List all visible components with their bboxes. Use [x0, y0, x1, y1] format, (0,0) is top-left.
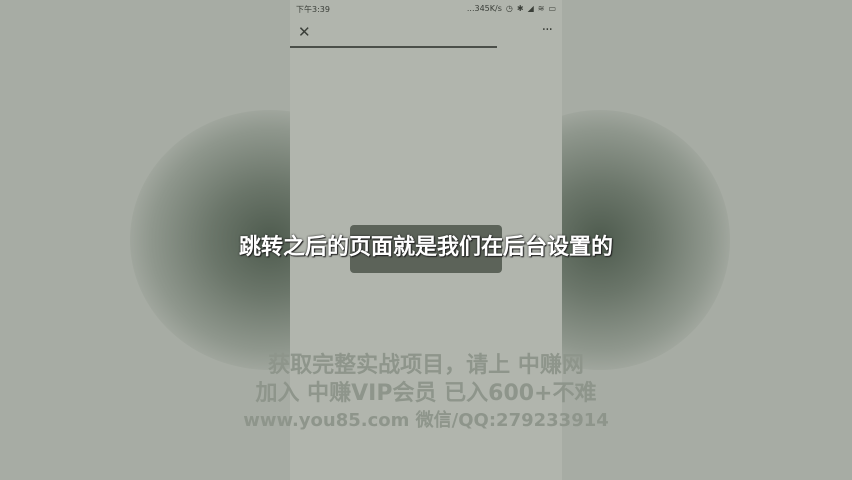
watermark-line-2: 加入 中赚VIP会员 已入600+不难 — [255, 381, 597, 406]
bluetooth-icon: ✱ — [516, 4, 524, 13]
page-load-progress — [290, 46, 562, 48]
alarm-icon: ◷ — [505, 4, 513, 13]
webview-nav-bar: ✕ ··· — [290, 20, 562, 46]
more-options-button[interactable]: ··· — [542, 22, 553, 38]
status-bar: 下午3:39 ...345K/s ◷ ✱ ◢ ≋ ▭ — [290, 0, 562, 18]
video-subtitle: 跳转之后的页面就是我们在后台设置的 — [238, 235, 613, 260]
network-speed: ...345K/s — [466, 4, 502, 13]
battery-icon: ▭ — [548, 4, 556, 13]
status-time: 下午3:39 — [296, 5, 330, 14]
signal-icon: ◢ — [527, 4, 534, 13]
page-load-progress-fill — [290, 46, 497, 48]
close-button[interactable]: ✕ — [298, 23, 311, 41]
watermark-line-3: www.you85.com 微信/QQ:279233914 — [243, 410, 609, 431]
wifi-icon: ≋ — [537, 4, 545, 13]
status-indicators: ...345K/s ◷ ✱ ◢ ≋ ▭ — [467, 4, 556, 13]
video-frame: 下午3:39 ...345K/s ◷ ✱ ◢ ≋ ▭ ✕ ··· 跳转之后的页面… — [0, 0, 852, 480]
